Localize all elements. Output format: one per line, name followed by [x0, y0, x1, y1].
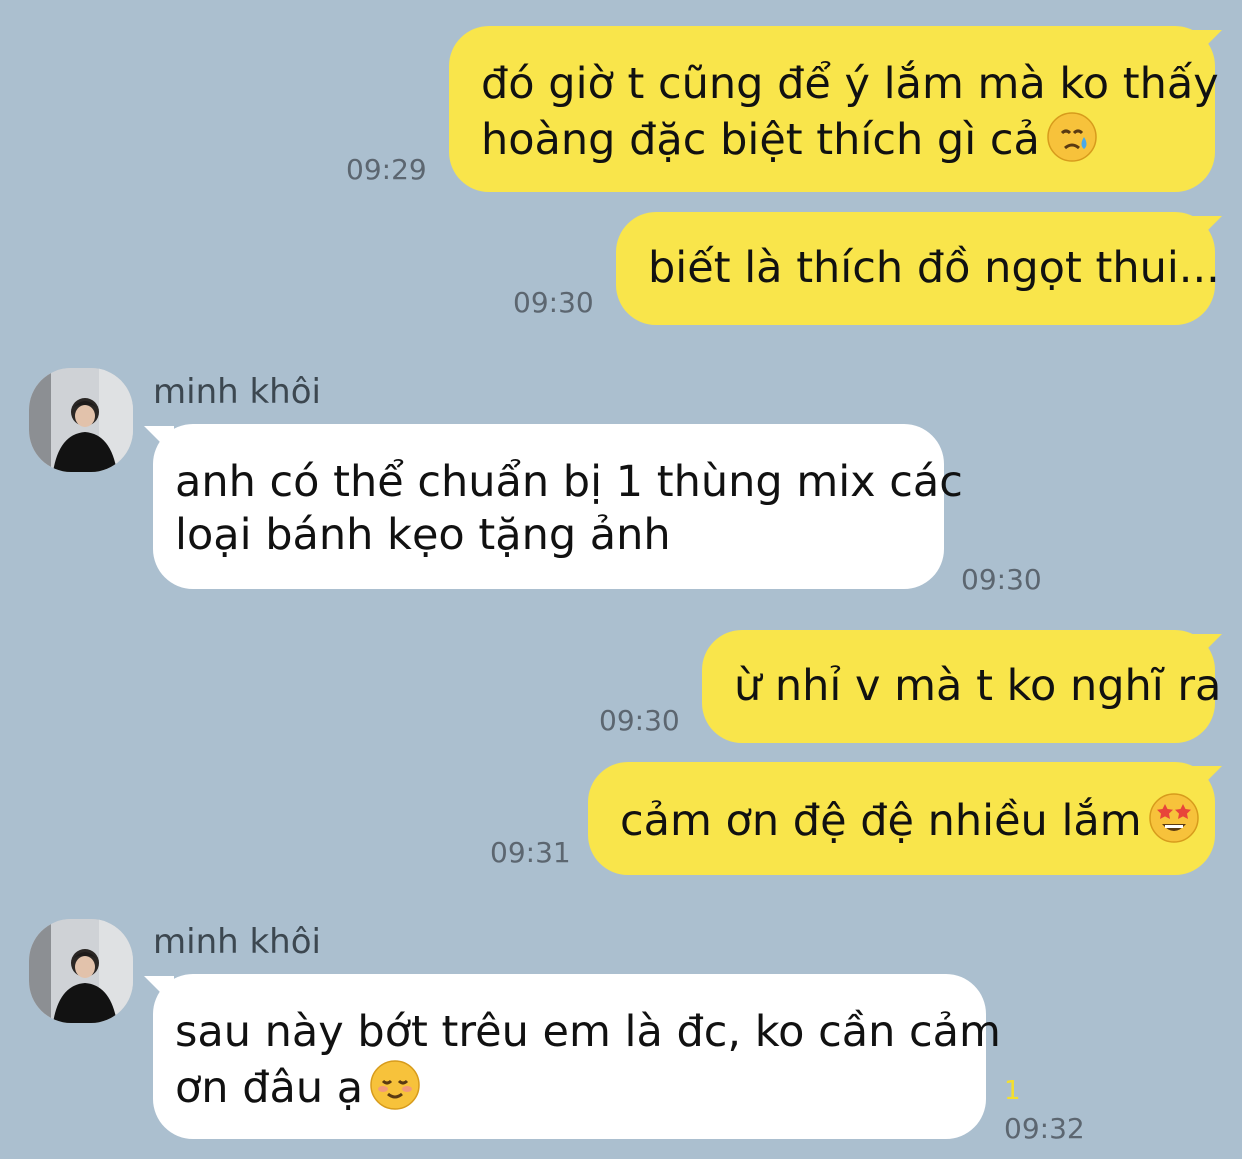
message-line: loại bánh kẹo tặng ảnh [175, 510, 671, 560]
sender-name: minh khôi [153, 922, 321, 962]
star-struck-emoji [1148, 793, 1199, 843]
message-bubble[interactable]: cảm ơn đệ đệ nhiều lắm [588, 762, 1215, 875]
message-bubble[interactable]: ừ nhỉ v mà t ko nghĩ ra [702, 630, 1222, 743]
unread-count: 1 [1004, 1076, 1021, 1106]
message-time: 09:32 [1004, 1112, 1085, 1145]
message-line: đó giờ t cũng để ý lắm mà ko thấy [481, 59, 1219, 109]
message-time: 09:29 [346, 153, 427, 186]
message-line: biết là thích đồ ngọt thui... [648, 243, 1220, 293]
avatar-photo [29, 368, 133, 472]
avatar-photo [29, 919, 133, 1023]
message-time: 09:30 [599, 704, 680, 737]
message-time: 09:30 [513, 286, 594, 319]
avatar[interactable] [29, 919, 133, 1023]
message-line-with-emoji: hoàng đặc biệt thích gì cả [481, 111, 1215, 167]
message-bubble[interactable]: sau này bớt trêu em là đc, ko cần cảm ơn… [153, 974, 1001, 1139]
sender-name: minh khôi [153, 372, 321, 412]
message-bubble[interactable]: biết là thích đồ ngọt thui... [616, 212, 1220, 325]
sad-tear-smile-emoji [1047, 112, 1097, 162]
message-line: ừ nhỉ v mà t ko nghĩ ra [734, 661, 1222, 711]
message-line: sau này bớt trêu em là đc, ko cần cảm [175, 1007, 1001, 1057]
message-line-with-emoji: cảm ơn đệ đệ nhiều lắm [620, 792, 1215, 848]
message-line: anh có thể chuẩn bị 1 thùng mix các [175, 457, 963, 507]
message-bubble[interactable]: đó giờ t cũng để ý lắm mà ko thấy hoàng … [449, 26, 1219, 192]
message-bubble[interactable]: anh có thể chuẩn bị 1 thùng mix các loại… [153, 424, 963, 589]
message-time: 09:31 [490, 836, 571, 869]
avatar[interactable] [29, 368, 133, 472]
message-line-with-emoji: ơn đâu ạ [175, 1059, 986, 1115]
smiling-blush-emoji [370, 1060, 420, 1110]
message-time: 09:30 [961, 563, 1042, 596]
